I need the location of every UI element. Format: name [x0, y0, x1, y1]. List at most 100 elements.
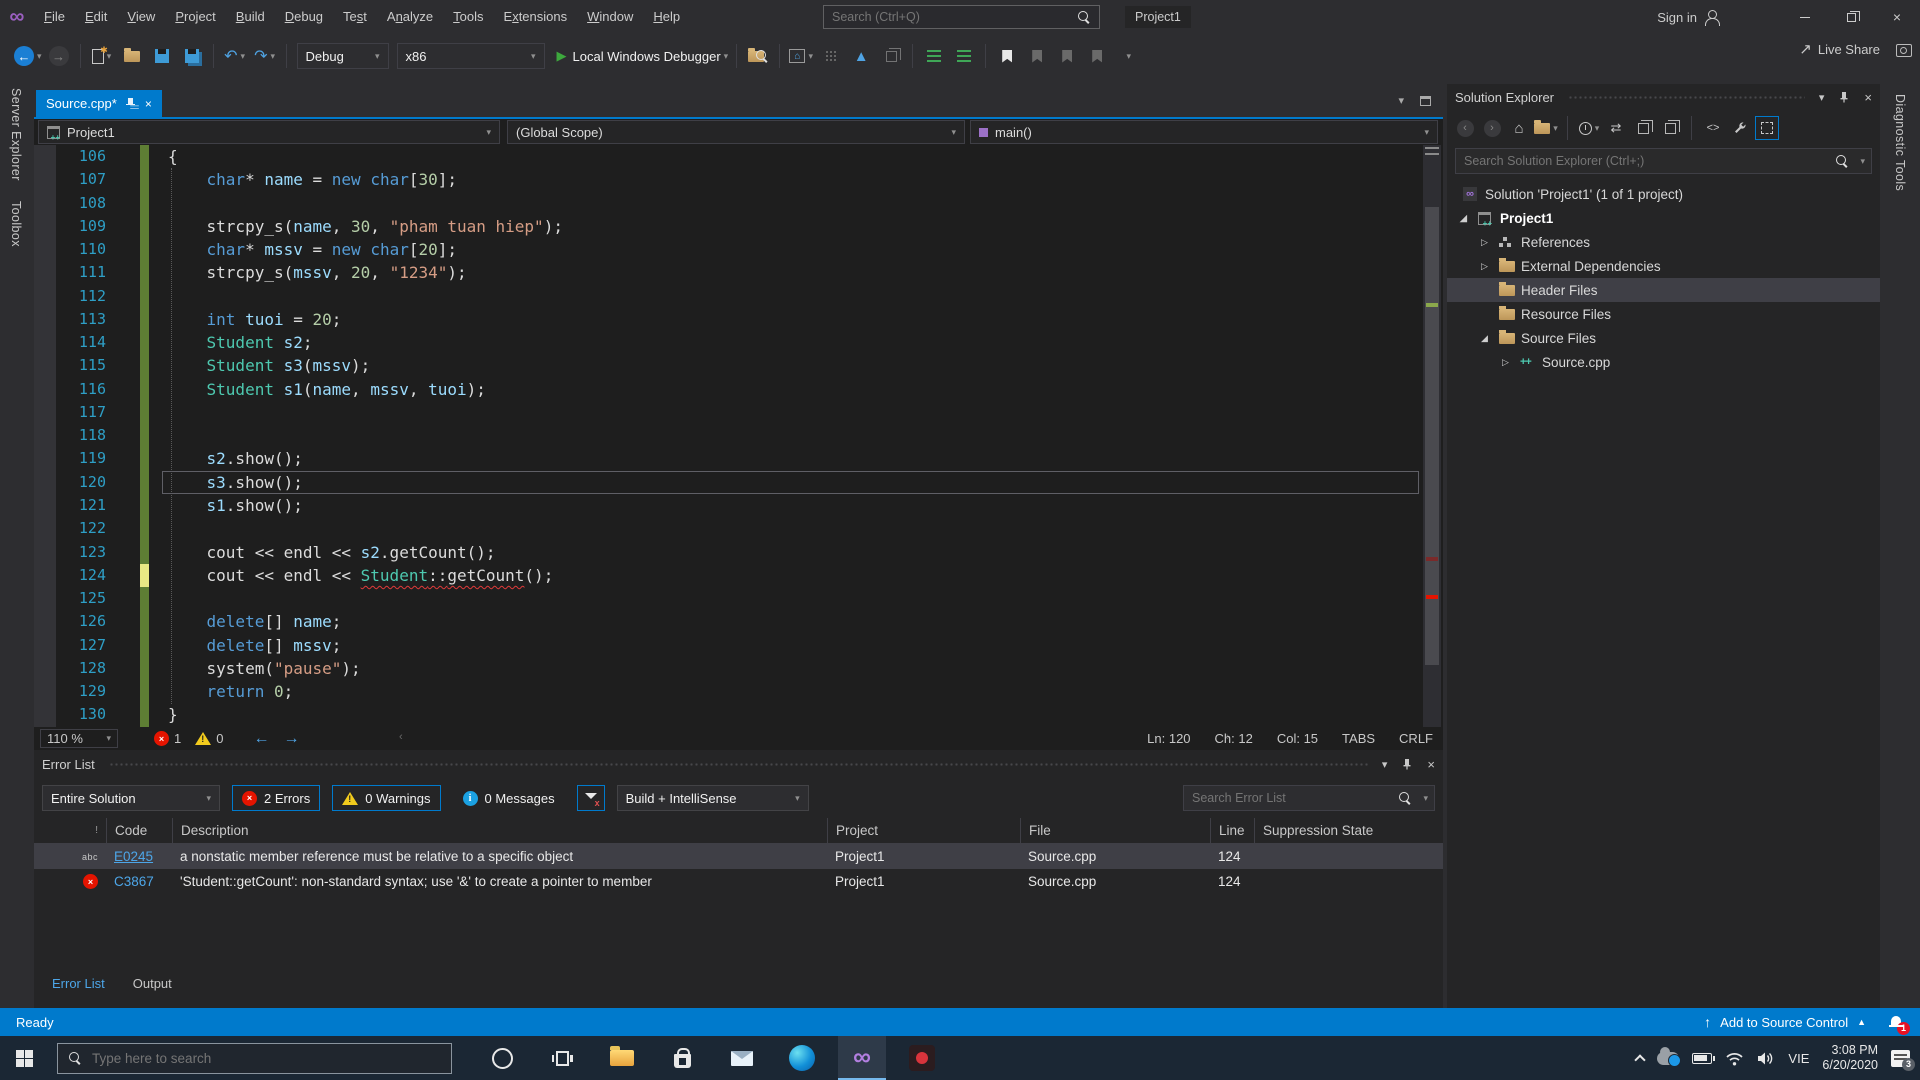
collapse-all-button[interactable] — [1631, 116, 1655, 140]
feedback-icon[interactable] — [1896, 44, 1912, 57]
save-all-button[interactable] — [179, 41, 205, 71]
clock[interactable]: 3:08 PM 6/20/2020 — [1822, 1043, 1878, 1073]
code-line-124[interactable]: 124 cout << endl << Student::getCount(); — [34, 563, 1443, 588]
tree-item-external-dependencies[interactable]: ▷ External Dependencies — [1447, 254, 1880, 278]
code-line-107[interactable]: 107 char* name = new char[30]; — [34, 168, 1443, 192]
increase-indent-button[interactable] — [951, 41, 977, 71]
view-code-button[interactable]: <> — [1701, 116, 1725, 140]
tree-item-solution-project1-1-of-1-project[interactable]: ∞ Solution 'Project1' (1 of 1 project) — [1447, 182, 1880, 206]
error-code-link[interactable]: C3867 — [106, 874, 172, 889]
code-line-111[interactable]: 111 strcpy_s(mssv, 20, "1234"); — [34, 261, 1443, 285]
taskbar-search-box[interactable] — [57, 1042, 452, 1074]
line-column-header[interactable]: Line — [1210, 818, 1254, 843]
error-list-title-bar[interactable]: Error List ▾ × — [34, 750, 1443, 778]
code-line-119[interactable]: 119 s2.show(); — [34, 447, 1443, 471]
language-indicator[interactable]: VIE — [1788, 1051, 1809, 1066]
collapsed-arrow-icon[interactable]: ▷ — [1481, 237, 1499, 248]
menu-build[interactable]: Build — [226, 0, 275, 34]
solution-platform-dropdown[interactable]: x86 ▾ — [396, 43, 545, 69]
error-row-E0245[interactable]: abc E0245 a nonstatic member reference mus… — [34, 844, 1443, 869]
close-button[interactable]: × — [1874, 0, 1920, 34]
microsoft-store-icon[interactable] — [658, 1036, 706, 1080]
severity-column-header[interactable]: ! — [34, 818, 106, 843]
file-explorer-icon[interactable] — [598, 1036, 646, 1080]
action-center-icon[interactable]: 3 — [1891, 1049, 1915, 1071]
error-row-C3867[interactable]: × C3867 'Student::getCount': non-standard … — [34, 869, 1443, 894]
menu-extensions[interactable]: Extensions — [494, 0, 578, 34]
redo-button[interactable]: ↷ ▾ — [252, 41, 278, 71]
code-line-115[interactable]: 115 Student s3(mssv); — [34, 354, 1443, 378]
expanded-arrow-icon[interactable]: ◢ — [1481, 333, 1499, 344]
menu-tools[interactable]: Tools — [443, 0, 493, 34]
expanded-arrow-icon[interactable]: ◢ — [1460, 213, 1478, 224]
select-pointer-icon[interactable]: ▲ — [848, 41, 874, 71]
app-icon-red[interactable] — [898, 1036, 946, 1080]
tab-source-cpp[interactable]: Source.cpp* × — [36, 90, 162, 117]
decrease-indent-button[interactable] — [921, 41, 947, 71]
code-line-122[interactable]: 122 — [34, 517, 1443, 541]
toolbar-overflow-button[interactable]: ▾ — [1114, 41, 1140, 71]
bottom-tab-output[interactable]: Output — [121, 972, 184, 995]
code-editor[interactable]: 106{107 char* name = new char[30]; 108 109… — [34, 145, 1443, 727]
taskbar-search-input[interactable] — [92, 1050, 440, 1066]
toolbox-tab[interactable]: Toolbox — [0, 191, 32, 257]
toggle-bookmark-button[interactable] — [994, 41, 1020, 71]
code-line-126[interactable]: 126 delete[] name; — [34, 610, 1443, 634]
menu-window[interactable]: Window — [577, 0, 643, 34]
battery-icon[interactable] — [1692, 1052, 1716, 1064]
navigate-forward-button[interactable]: → — [46, 41, 72, 71]
code-line-127[interactable]: 127 delete[] mssv; — [34, 633, 1443, 657]
filter-button[interactable] — [576, 785, 605, 811]
warning-count-icon[interactable] — [195, 732, 212, 745]
onedrive-sync-icon[interactable] — [1657, 1046, 1682, 1067]
errors-filter-button[interactable]: × 2 Errors — [232, 785, 321, 811]
pin-icon[interactable] — [1838, 91, 1850, 103]
tree-item-project1[interactable]: ◢ Project1 — [1447, 206, 1880, 230]
close-pane-icon[interactable]: × — [1864, 90, 1872, 105]
restore-button[interactable] — [1828, 0, 1874, 34]
description-column-header[interactable]: Description — [172, 818, 827, 843]
tree-item-resource-files[interactable]: Resource Files — [1447, 302, 1880, 326]
menu-test[interactable]: Test — [333, 0, 377, 34]
code-line-114[interactable]: 114 Student s2; — [34, 331, 1443, 355]
show-hidden-icons-chevron[interactable] — [1634, 1053, 1647, 1066]
code-line-130[interactable]: 130} — [34, 703, 1443, 727]
code-column-header[interactable]: Code — [106, 818, 172, 843]
window-options-icon[interactable] — [1420, 95, 1431, 106]
mail-icon[interactable] — [718, 1036, 766, 1080]
sync-with-active-document-button[interactable]: ⌂ ▾ — [788, 41, 814, 71]
live-share-button[interactable]: ↗ Live Share — [1799, 40, 1880, 58]
minimize-button[interactable] — [1782, 0, 1828, 34]
volume-icon[interactable] — [1757, 1051, 1775, 1066]
source-control-expand-icon[interactable]: ▲ — [1857, 1017, 1866, 1027]
code-line-112[interactable]: 112 — [34, 284, 1443, 308]
quick-search-input[interactable] — [824, 10, 1078, 24]
code-line-118[interactable]: 118 — [34, 424, 1443, 448]
error-count-icon[interactable]: × — [154, 731, 169, 746]
menu-edit[interactable]: Edit — [75, 0, 117, 34]
home-button[interactable]: ⌂ — [1507, 116, 1531, 140]
close-pane-icon[interactable]: × — [1427, 757, 1435, 772]
error-list-search-input[interactable] — [1184, 791, 1400, 805]
pin-icon[interactable] — [1401, 758, 1413, 770]
menu-view[interactable]: View — [117, 0, 165, 34]
menu-file[interactable]: File — [34, 0, 75, 34]
pending-changes-filter-button[interactable]: ▾ — [1577, 116, 1601, 140]
menu-help[interactable]: Help — [643, 0, 690, 34]
bottom-tab-error-list[interactable]: Error List — [40, 972, 117, 995]
active-files-dropdown-icon[interactable]: ▾ — [1398, 94, 1404, 107]
code-line-110[interactable]: 110 char* mssv = new char[20]; — [34, 238, 1443, 262]
project-column-header[interactable]: Project — [827, 818, 1020, 843]
vertical-scrollbar[interactable] — [1423, 145, 1441, 727]
show-all-files-button[interactable] — [1755, 116, 1779, 140]
collapsed-arrow-icon[interactable]: ▷ — [1502, 357, 1520, 368]
error-code-link[interactable]: E0245 — [106, 849, 172, 864]
server-explorer-tab[interactable]: Server Explorer — [0, 78, 32, 191]
close-tab-icon[interactable]: × — [145, 97, 152, 111]
back-button[interactable]: ‹ — [1453, 116, 1477, 140]
forward-button[interactable]: › — [1480, 116, 1504, 140]
solution-configuration-dropdown[interactable]: Debug ▾ — [296, 43, 389, 69]
collapsed-arrow-icon[interactable]: ▷ — [1481, 261, 1499, 272]
editor-split-handle[interactable] — [1425, 147, 1439, 155]
visual-studio-taskbar-icon[interactable]: ∞ — [838, 1036, 886, 1080]
